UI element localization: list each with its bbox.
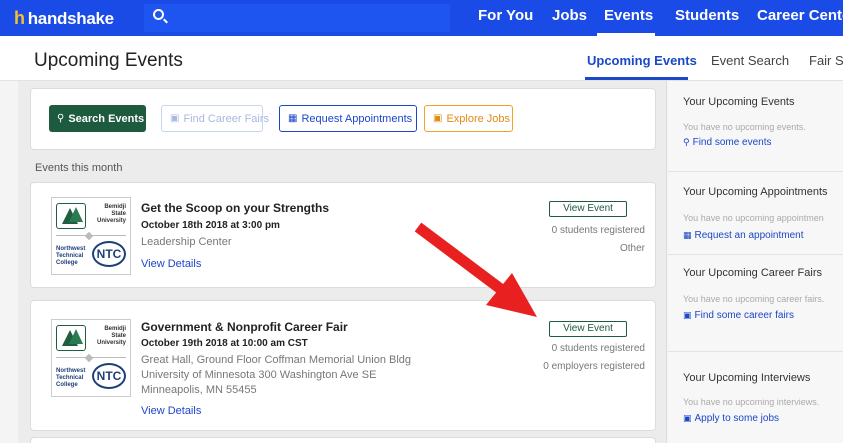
event-title[interactable]: Government & Nonprofit Career Fair	[141, 320, 348, 334]
briefcase-icon: ▣	[683, 413, 692, 423]
sidebar-section-title: Your Upcoming Career Fairs	[683, 267, 822, 279]
sidebar-upcoming-interviews: Your Upcoming Interviews You have no upc…	[668, 352, 843, 443]
sidebar-empty-message: You have no upcoming events.	[683, 122, 806, 132]
nav-events[interactable]: Events	[604, 7, 653, 24]
college-badge: NTC	[92, 363, 126, 389]
event-type: Other	[619, 243, 645, 254]
calendar-icon: ▦	[683, 230, 692, 240]
tab-event-search[interactable]: Event Search	[711, 53, 789, 68]
find-events-link[interactable]: ⚲ Find some events	[683, 137, 772, 148]
handshake-logo[interactable]: h handshake	[14, 8, 114, 29]
tree-icon	[56, 325, 86, 351]
briefcase-icon: ▣	[433, 113, 443, 124]
find-career-fairs-label: Find Career Fairs	[183, 112, 270, 125]
event-date: October 18th 2018 at 3:00 pm	[141, 220, 280, 231]
sidebar-upcoming-events: Your Upcoming Events You have no upcomin…	[668, 81, 843, 172]
diamond-icon	[84, 231, 94, 241]
event-location-line: University of Minnesota 300 Washington A…	[141, 369, 377, 381]
tab-active-underline	[585, 77, 688, 80]
school-name: Bemidji State University	[96, 204, 126, 224]
logo-text: handshake	[27, 8, 114, 28]
sidebar-section-title: Your Upcoming Appointments	[683, 186, 828, 198]
section-heading: Events this month	[35, 162, 123, 174]
event-card: Bemidji State University Northwest Techn…	[30, 182, 656, 288]
request-appointments-button[interactable]: ▦ Request Appointments	[279, 105, 417, 132]
sidebar-section-title: Your Upcoming Events	[683, 96, 795, 108]
college-name: Northwest Technical College	[56, 246, 86, 266]
event-host-logo: Bemidji State University Northwest Techn…	[51, 319, 131, 397]
top-navigation-bar: h handshake For You Jobs Events Students…	[0, 0, 843, 36]
view-event-button[interactable]: View Event	[549, 201, 627, 217]
view-details-link[interactable]: View Details	[141, 258, 201, 270]
upcoming-sidebar: Your Upcoming Events You have no upcomin…	[668, 81, 843, 443]
find-career-fairs-button[interactable]: ▣ Find Career Fairs	[161, 105, 269, 132]
event-host-logo: Bemidji State University Northwest Techn…	[51, 197, 131, 275]
tree-icon	[56, 203, 86, 229]
explore-jobs-button[interactable]: ▣ Explore Jobs	[424, 105, 513, 132]
search-icon: ⚲	[683, 137, 690, 147]
request-appointment-link[interactable]: ▦ Request an appointment	[683, 230, 803, 241]
calendar-icon: ▦	[288, 113, 298, 124]
tab-upcoming-events[interactable]: Upcoming Events	[587, 53, 697, 68]
events-main-panel: ⚲ Search Events ▣ Find Career Fairs ▦ Re…	[18, 81, 667, 443]
global-search-input[interactable]	[144, 4, 450, 32]
search-icon: ⚲	[57, 113, 65, 124]
search-icon	[153, 9, 164, 20]
event-location-line: Minneapolis, MN 55455	[141, 384, 257, 396]
sidebar-section-title: Your Upcoming Interviews	[683, 372, 811, 384]
event-location-line: Great Hall, Ground Floor Coffman Memoria…	[141, 354, 412, 366]
apply-to-jobs-link[interactable]: ▣ Apply to some jobs	[683, 413, 779, 424]
diamond-icon	[84, 353, 94, 363]
school-name: Bemidji State University	[96, 326, 126, 346]
sidebar-upcoming-appointments: Your Upcoming Appointments You have no u…	[668, 172, 843, 255]
handshake-logo-icon: h	[14, 8, 25, 28]
event-date: October 19th 2018 at 10:00 am CST	[141, 338, 308, 349]
view-details-link[interactable]: View Details	[141, 405, 201, 417]
event-location: Leadership Center	[141, 236, 232, 248]
nav-for-you[interactable]: For You	[478, 7, 533, 24]
employers-registered: 0 employers registered	[543, 361, 645, 372]
event-card: Bemidji State University Northwest Techn…	[30, 300, 656, 431]
event-card-partial	[30, 437, 656, 443]
event-actions-card: ⚲ Search Events ▣ Find Career Fairs ▦ Re…	[30, 88, 656, 150]
students-registered: 0 students registered	[551, 343, 645, 354]
tab-fair-search[interactable]: Fair S	[809, 53, 843, 68]
request-appointments-label: Request Appointments	[301, 112, 413, 125]
sidebar-empty-message: You have no upcoming appointmen	[683, 213, 824, 223]
nav-career-center[interactable]: Career Cente	[757, 7, 843, 24]
find-career-fairs-link[interactable]: ▣ Find some career fairs	[683, 310, 794, 321]
search-events-label: Search Events	[68, 112, 145, 125]
event-title[interactable]: Get the Scoop on your Strengths	[141, 201, 329, 215]
sidebar-empty-message: You have no upcoming interviews.	[683, 397, 820, 407]
explore-jobs-label: Explore Jobs	[446, 112, 511, 125]
sidebar-upcoming-career-fairs: Your Upcoming Career Fairs You have no u…	[668, 255, 843, 352]
page-title: Upcoming Events	[34, 50, 183, 71]
sidebar-empty-message: You have no upcoming career fairs.	[683, 294, 825, 304]
briefcase-icon: ▣	[683, 310, 692, 320]
briefcase-icon: ▣	[170, 113, 180, 124]
view-event-button[interactable]: View Event	[549, 321, 627, 337]
nav-students[interactable]: Students	[675, 7, 739, 24]
students-registered: 0 students registered	[551, 225, 645, 236]
page-header: Upcoming Events Upcoming Events Event Se…	[0, 36, 843, 81]
college-name: Northwest Technical College	[56, 368, 86, 388]
college-badge: NTC	[92, 241, 126, 267]
search-events-button[interactable]: ⚲ Search Events	[49, 105, 146, 132]
nav-jobs[interactable]: Jobs	[552, 7, 587, 24]
